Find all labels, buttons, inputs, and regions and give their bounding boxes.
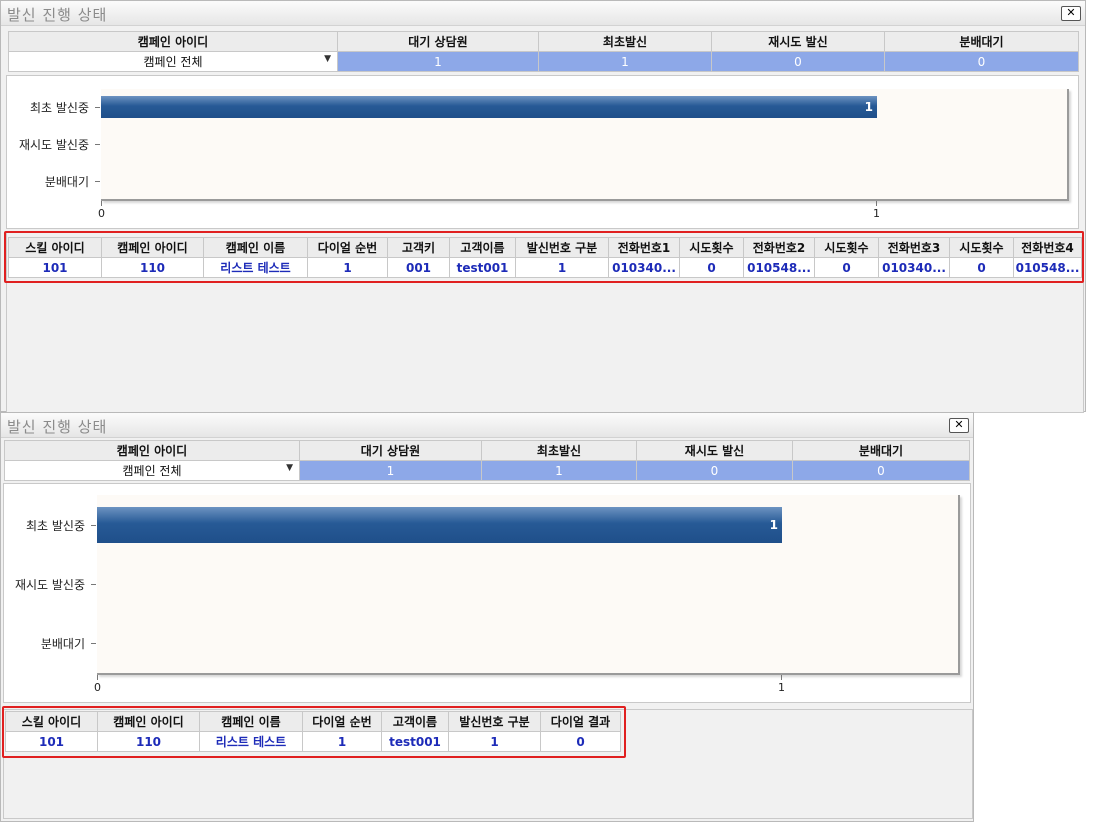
col-waiting-agents: 대기 상담원 [299, 440, 482, 461]
title-bar[interactable]: 발신 진행 상태 ✕ [1, 1, 1085, 26]
y-tick-mark [95, 144, 100, 145]
waiting-agents-value: 1 [299, 460, 482, 481]
campaign-select-value: 캠페인 전체 [143, 55, 203, 69]
y-tick-mark [95, 180, 100, 182]
summary-table: 캠페인 아이디 대기 상담원 최초발신 재시도 발신 분배대기 캠페인 전체 ▼… [8, 31, 1079, 72]
col-distribution-wait: 분배대기 [792, 440, 970, 461]
distribution-wait-value: 0 [884, 51, 1079, 72]
campaign-select[interactable]: 캠페인 전체 ▼ [8, 51, 338, 72]
y-tick-label: 재시도 발신중 [14, 578, 85, 592]
y-tick-mark [95, 107, 100, 109]
bar-data-label: 1 [864, 100, 873, 115]
distribution-wait-value: 0 [792, 460, 970, 481]
col-retry-dial: 재시도 발신 [711, 31, 885, 52]
col-waiting-agents: 대기 상담원 [337, 31, 539, 52]
highlight-box [4, 231, 1084, 283]
y-tick-label: 최초 발신중 [25, 518, 85, 533]
dial-status-window-1: 발신 진행 상태 ✕ 캠페인 아이디 대기 상담원 최초발신 재시도 발신 분배… [0, 0, 1086, 413]
bar-data-label: 1 [769, 517, 778, 532]
campaign-select-value: 캠페인 전체 [122, 464, 182, 478]
close-icon: ✕ [1066, 6, 1076, 19]
y-tick-mark [91, 643, 96, 645]
x-tick-label: 1 [778, 681, 785, 694]
close-button[interactable]: ✕ [949, 418, 969, 433]
title-bar[interactable]: 발신 진행 상태 ✕ [1, 413, 973, 438]
x-tick-label: 0 [94, 681, 101, 694]
col-first-dial: 최초발신 [538, 31, 712, 52]
col-campaign-id: 캠페인 아이디 [4, 440, 300, 461]
window-title: 발신 진행 상태 [7, 418, 108, 436]
dropdown-arrow-icon[interactable]: ▼ [286, 463, 293, 473]
x-tick-mark [97, 675, 98, 680]
x-tick-mark [781, 675, 782, 680]
summary-table: 캠페인 아이디 대기 상담원 최초발신 재시도 발신 분배대기 캠페인 전체 ▼… [4, 440, 970, 481]
col-retry-dial: 재시도 발신 [636, 440, 793, 461]
retry-dial-value: 0 [711, 51, 885, 72]
y-tick-mark [91, 524, 96, 526]
y-tick-label: 분배대기 [44, 174, 89, 189]
first-dial-value: 1 [538, 51, 712, 72]
y-tick-label: 재시도 발신중 [18, 138, 89, 152]
first-dial-value: 1 [481, 460, 637, 481]
campaign-select[interactable]: 캠페인 전체 ▼ [4, 460, 300, 481]
col-campaign-id: 캠페인 아이디 [8, 31, 338, 52]
y-tick-label: 분배대기 [40, 637, 85, 652]
close-icon: ✕ [954, 418, 964, 431]
y-tick-label: 최초 발신중 [29, 101, 89, 116]
dial-status-window-2: 발신 진행 상태 ✕ 캠페인 아이디 대기 상담원 최초발신 재시도 발신 분배… [0, 412, 974, 822]
y-tick-mark [91, 584, 96, 585]
dropdown-arrow-icon[interactable]: ▼ [324, 54, 331, 64]
x-tick-label: 1 [873, 207, 880, 220]
window-title: 발신 진행 상태 [7, 6, 108, 24]
x-tick-mark [876, 201, 877, 206]
bar[interactable]: 1 [97, 506, 782, 543]
x-tick-mark [101, 201, 102, 206]
highlight-box [2, 706, 626, 758]
retry-dial-value: 0 [636, 460, 793, 481]
col-distribution-wait: 분배대기 [884, 31, 1079, 52]
bar[interactable]: 1 [101, 96, 877, 119]
col-first-dial: 최초발신 [481, 440, 637, 461]
x-tick-label: 0 [98, 207, 105, 220]
waiting-agents-value: 1 [337, 51, 539, 72]
close-button[interactable]: ✕ [1061, 6, 1081, 21]
